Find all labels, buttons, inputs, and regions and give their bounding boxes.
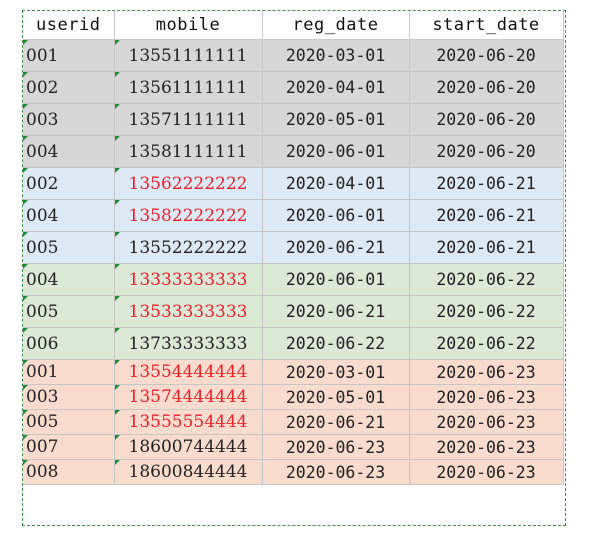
cell-userid[interactable]: 005 (23, 295, 115, 328)
cell-mobile[interactable]: 13561111111 (114, 71, 263, 104)
cell-mobile[interactable]: 13555554444 (114, 409, 263, 435)
cell-reg-date[interactable]: 2020-06-21 (262, 231, 410, 264)
header-mobile[interactable]: mobile (114, 11, 263, 40)
cell-start-date[interactable]: 2020-06-20 (409, 39, 564, 72)
cell-userid[interactable]: 005 (23, 231, 115, 264)
cell-mobile[interactable]: 13571111111 (114, 103, 263, 136)
cell-userid[interactable]: 004 (23, 199, 115, 232)
table-row: 004 13333333333 2020-06-01 2020-06-22 (23, 263, 564, 296)
cell-mobile[interactable]: 13552222222 (114, 231, 263, 264)
cell-start-date[interactable]: 2020-06-23 (409, 409, 564, 435)
cell-userid[interactable]: 004 (23, 263, 115, 296)
cell-userid[interactable]: 003 (23, 103, 115, 136)
cell-mobile[interactable]: 13733333333 (114, 327, 263, 360)
cell-mobile[interactable]: 13562222222 (114, 167, 263, 200)
cell-reg-date[interactable]: 2020-06-01 (262, 135, 410, 168)
table-row: 005 13533333333 2020-06-21 2020-06-22 (23, 295, 564, 328)
cell-mobile[interactable]: 13582222222 (114, 199, 263, 232)
header-start-date[interactable]: start_date (409, 11, 564, 40)
cell-mobile[interactable]: 13581111111 (114, 135, 263, 168)
cell-userid[interactable]: 005 (23, 409, 115, 435)
cell-start-date[interactable]: 2020-06-20 (409, 135, 564, 168)
table-row: 001 13551111111 2020-03-01 2020-06-20 (23, 39, 564, 72)
table-row: 004 13582222222 2020-06-01 2020-06-21 (23, 199, 564, 232)
cell-userid[interactable]: 004 (23, 135, 115, 168)
cell-mobile[interactable]: 18600844444 (114, 459, 263, 485)
cell-reg-date[interactable]: 2020-04-01 (262, 71, 410, 104)
cell-mobile[interactable]: 13533333333 (114, 295, 263, 328)
cell-reg-date[interactable]: 2020-06-23 (262, 434, 410, 460)
cell-reg-date[interactable]: 2020-03-01 (262, 359, 410, 385)
table-row: 005 13555554444 2020-06-21 2020-06-23 (23, 409, 564, 435)
cell-reg-date[interactable]: 2020-05-01 (262, 384, 410, 410)
spreadsheet-selection[interactable]: userid mobile reg_date start_date 001 135… (22, 10, 566, 526)
cell-start-date[interactable]: 2020-06-23 (409, 359, 564, 385)
cell-userid[interactable]: 007 (23, 434, 115, 460)
cell-reg-date[interactable]: 2020-04-01 (262, 167, 410, 200)
cell-start-date[interactable]: 2020-06-22 (409, 327, 564, 360)
cell-start-date[interactable]: 2020-06-23 (409, 434, 564, 460)
table-row: 003 13574444444 2020-05-01 2020-06-23 (23, 384, 564, 410)
cell-start-date[interactable]: 2020-06-20 (409, 71, 564, 104)
cell-userid[interactable]: 008 (23, 459, 115, 485)
cell-mobile[interactable]: 13551111111 (114, 39, 263, 72)
table-row: 007 18600744444 2020-06-23 2020-06-23 (23, 434, 564, 460)
cell-reg-date[interactable]: 2020-06-01 (262, 199, 410, 232)
cell-reg-date[interactable]: 2020-06-23 (262, 459, 410, 485)
cell-mobile[interactable]: 13574444444 (114, 384, 263, 410)
cell-reg-date[interactable]: 2020-06-21 (262, 295, 410, 328)
header-row: userid mobile reg_date start_date (23, 11, 564, 40)
cell-start-date[interactable]: 2020-06-23 (409, 384, 564, 410)
cell-userid[interactable]: 006 (23, 327, 115, 360)
cell-start-date[interactable]: 2020-06-20 (409, 103, 564, 136)
cell-mobile[interactable]: 13554444444 (114, 359, 263, 385)
cell-userid[interactable]: 001 (23, 39, 115, 72)
header-reg-date[interactable]: reg_date (262, 11, 410, 40)
cell-userid[interactable]: 001 (23, 359, 115, 385)
cell-reg-date[interactable]: 2020-06-22 (262, 327, 410, 360)
cell-reg-date[interactable]: 2020-06-01 (262, 263, 410, 296)
cell-start-date[interactable]: 2020-06-23 (409, 459, 564, 485)
table-row: 003 13571111111 2020-05-01 2020-06-20 (23, 103, 564, 136)
header-userid[interactable]: userid (23, 11, 115, 40)
cell-start-date[interactable]: 2020-06-22 (409, 263, 564, 296)
cell-reg-date[interactable]: 2020-06-21 (262, 409, 410, 435)
table-row: 001 13554444444 2020-03-01 2020-06-23 (23, 359, 564, 385)
cell-userid[interactable]: 002 (23, 71, 115, 104)
table-row: 006 13733333333 2020-06-22 2020-06-22 (23, 327, 564, 360)
table-row: 008 18600844444 2020-06-23 2020-06-23 (23, 459, 564, 485)
cell-mobile[interactable]: 13333333333 (114, 263, 263, 296)
table-row: 002 13561111111 2020-04-01 2020-06-20 (23, 71, 564, 104)
cell-mobile[interactable]: 18600744444 (114, 434, 263, 460)
cell-start-date[interactable]: 2020-06-21 (409, 199, 564, 232)
table-row: 002 13562222222 2020-04-01 2020-06-21 (23, 167, 564, 200)
table-row: 005 13552222222 2020-06-21 2020-06-21 (23, 231, 564, 264)
cell-userid[interactable]: 003 (23, 384, 115, 410)
cell-start-date[interactable]: 2020-06-21 (409, 167, 564, 200)
cell-start-date[interactable]: 2020-06-21 (409, 231, 564, 264)
cell-reg-date[interactable]: 2020-03-01 (262, 39, 410, 72)
cell-start-date[interactable]: 2020-06-22 (409, 295, 564, 328)
cell-userid[interactable]: 002 (23, 167, 115, 200)
table-row: 004 13581111111 2020-06-01 2020-06-20 (23, 135, 564, 168)
data-table: userid mobile reg_date start_date 001 135… (23, 11, 564, 485)
cell-reg-date[interactable]: 2020-05-01 (262, 103, 410, 136)
